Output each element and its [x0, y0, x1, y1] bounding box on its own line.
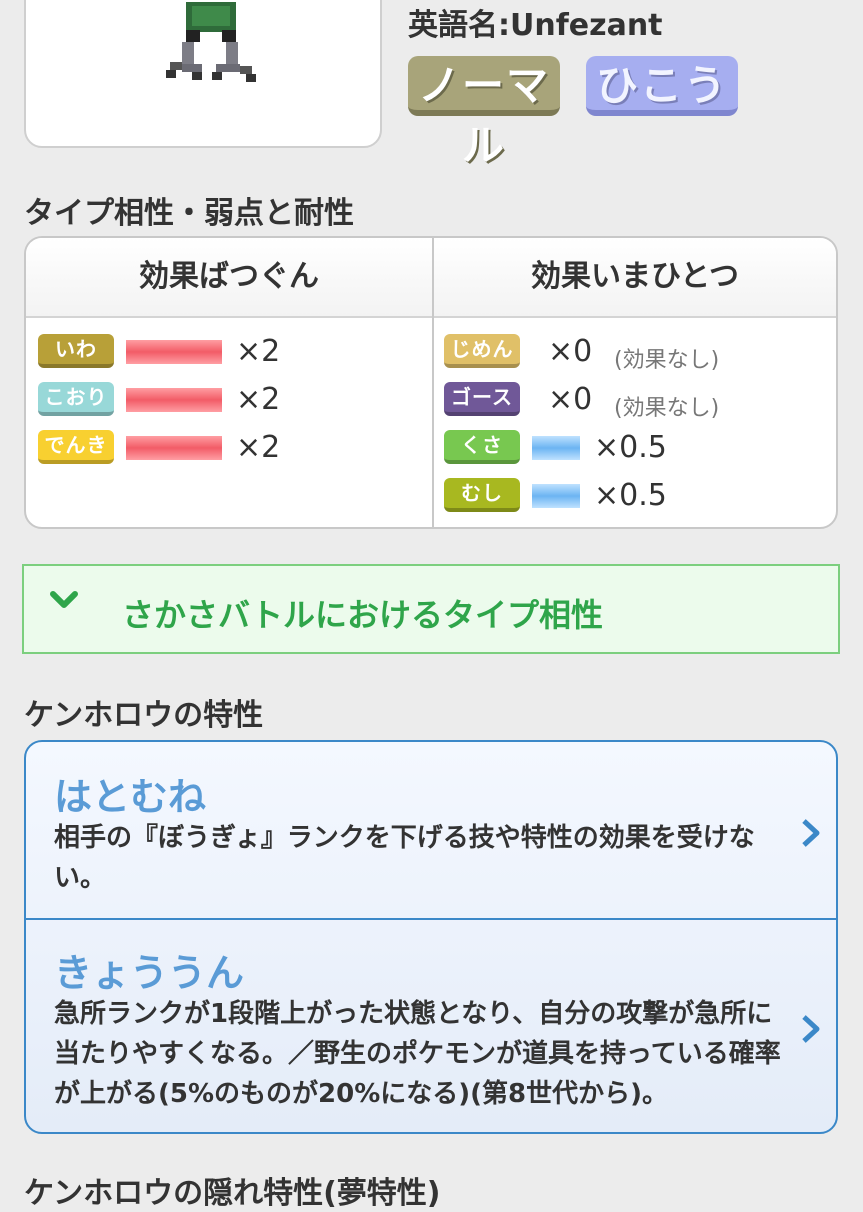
abilities-list: はとむね 相手の『ぼうぎょ』ランクを下げる技や特性の効果を受けない。 きょううん… [24, 740, 838, 1134]
resist-row: むし ×0.5 [434, 478, 836, 518]
weak-row: でんき ×2 [26, 430, 432, 470]
type-badge-normal[interactable]: ノーマル [408, 56, 560, 170]
reverse-battle-toggle[interactable]: さかさバトルにおけるタイプ相性 [22, 564, 840, 654]
type-badge-grass[interactable]: くさ [444, 430, 520, 464]
type-badge-ice[interactable]: こおり [38, 382, 114, 416]
pokemon-sprite-frame [24, 0, 382, 148]
resist-column-header: 効果いまひとつ [434, 238, 836, 318]
weak-bar [126, 436, 222, 460]
type-badge-flying[interactable]: ひこう [586, 56, 738, 116]
abilities-section-title: ケンホロウの特性 [24, 698, 264, 733]
ability-name: きょううん [54, 951, 245, 995]
resist-multiplier: ×0 [548, 382, 593, 417]
ability-description: 急所ランクが1段階上がった状態となり、自分の攻撃が急所に当たりやすくなる。／野生… [54, 999, 781, 1109]
resist-multiplier: ×0 [548, 334, 593, 369]
ability-item[interactable]: はとむね 相手の『ぼうぎょ』ランクを下げる技や特性の効果を受けない。 [26, 742, 836, 918]
english-name: 英語名:Unfezant [408, 8, 663, 43]
weak-multiplier: ×2 [236, 382, 281, 417]
resist-row: ゴースト ×0 (効果なし) [434, 382, 836, 439]
pokemon-sprite-image [166, 2, 256, 82]
resist-bar [532, 484, 580, 508]
ability-name: はとむね [54, 775, 207, 819]
type-badge-bug[interactable]: むし [444, 478, 520, 512]
weak-column-header: 効果ばつぐん [26, 238, 432, 318]
type-badge-ghost[interactable]: ゴースト [444, 382, 520, 439]
resist-row: じめん ×0 (効果なし) [434, 334, 836, 374]
resist-multiplier: ×0.5 [594, 478, 667, 513]
chevron-right-icon [802, 1015, 820, 1043]
weak-bar [126, 340, 222, 364]
resist-bar [532, 436, 580, 460]
weak-row: いわ ×2 [26, 334, 432, 374]
type-effectiveness-table: 効果ばつぐん いわ ×2 こおり ×2 でんき ×2 効果いまひとつ じめん ×… [24, 236, 838, 529]
weak-row: こおり ×2 [26, 382, 432, 422]
resist-column: 効果いまひとつ じめん ×0 (効果なし) ゴースト ×0 (効果なし) くさ … [434, 238, 836, 527]
no-effect-note: (効果なし) [614, 348, 720, 373]
type-section-title: タイプ相性・弱点と耐性 [24, 196, 354, 231]
ability-item[interactable]: きょううん 急所ランクが1段階上がった状態となり、自分の攻撃が急所に当たりやすく… [26, 918, 836, 1132]
resist-multiplier: ×0.5 [594, 430, 667, 465]
weak-bar [126, 388, 222, 412]
weak-column: 効果ばつぐん いわ ×2 こおり ×2 でんき ×2 [26, 238, 434, 527]
type-badge-rock[interactable]: いわ [38, 334, 114, 368]
weak-multiplier: ×2 [236, 334, 281, 369]
chevron-right-icon [802, 819, 820, 847]
weak-multiplier: ×2 [236, 430, 281, 465]
chevron-down-icon [50, 591, 78, 608]
resist-row: くさ ×0.5 [434, 430, 836, 470]
type-badge-ground[interactable]: じめん [444, 334, 520, 368]
no-effect-note: (効果なし) [614, 396, 720, 421]
hidden-ability-section-title: ケンホロウの隠れ特性(夢特性) [24, 1176, 441, 1211]
type-badge-electric[interactable]: でんき [38, 430, 114, 464]
reverse-battle-label: さかさバトルにおけるタイプ相性 [122, 596, 603, 634]
ability-description: 相手の『ぼうぎょ』ランクを下げる技や特性の効果を受けない。 [54, 823, 755, 893]
